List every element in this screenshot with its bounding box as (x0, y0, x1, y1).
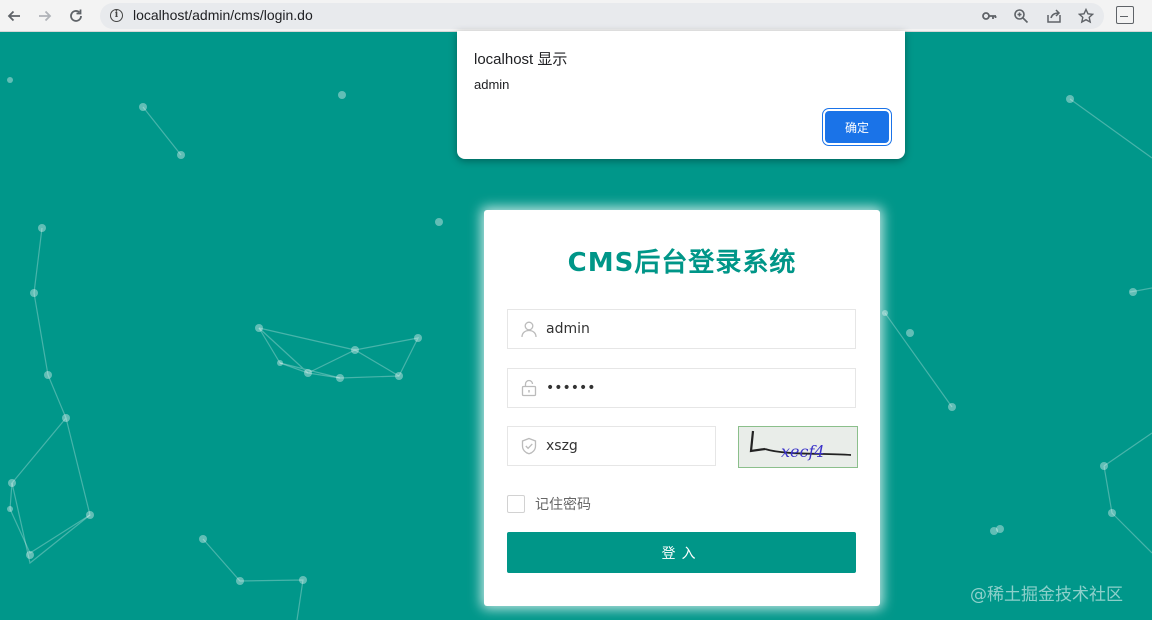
extension-icon[interactable] (1116, 6, 1134, 24)
alert-dialog: localhost 显示 admin 确定 (457, 31, 905, 159)
info-icon[interactable]: i (110, 9, 123, 22)
share-icon[interactable] (1043, 5, 1065, 27)
dialog-message: admin (474, 77, 510, 92)
forward-arrow-icon[interactable] (33, 4, 57, 28)
reload-icon[interactable] (64, 4, 88, 28)
captcha-field[interactable] (507, 426, 716, 466)
username-field[interactable] (507, 309, 856, 349)
watermark: @稀土掘金技术社区 (970, 585, 1123, 605)
lock-icon (520, 379, 538, 397)
dialog-ok-button[interactable]: 确定 (825, 111, 889, 143)
user-icon (520, 320, 538, 338)
login-card: CMS后台登录系统 xecf4 记住密码 登入 (484, 210, 880, 606)
password-field[interactable] (507, 368, 856, 408)
url-text[interactable]: localhost/admin/cms/login.do (133, 7, 313, 23)
browser-toolbar: i localhost/admin/cms/login.do (0, 0, 1152, 32)
dialog-title: localhost 显示 (474, 51, 568, 68)
remember-row[interactable]: 记住密码 (507, 494, 591, 514)
key-icon[interactable] (978, 5, 1000, 27)
address-bar[interactable]: i localhost/admin/cms/login.do (100, 3, 1104, 29)
captcha-text: xecf4 (781, 442, 825, 461)
login-title: CMS后台登录系统 (567, 248, 797, 278)
back-arrow-icon[interactable] (2, 4, 26, 28)
captcha-input[interactable] (546, 427, 706, 465)
star-icon[interactable] (1075, 5, 1097, 27)
shield-check-icon (520, 437, 538, 455)
zoom-icon[interactable] (1010, 5, 1032, 27)
login-button[interactable]: 登入 (507, 532, 856, 573)
remember-label[interactable]: 记住密码 (535, 494, 591, 514)
username-input[interactable] (546, 310, 846, 348)
password-input[interactable] (546, 369, 846, 407)
captcha-image[interactable]: xecf4 (738, 426, 858, 468)
remember-checkbox[interactable] (507, 495, 525, 513)
